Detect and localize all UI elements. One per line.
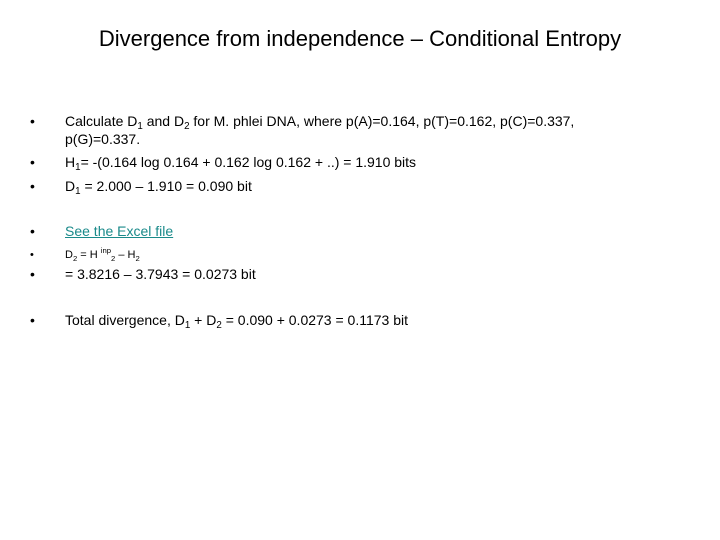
excel-file-link[interactable]: See the Excel file xyxy=(65,223,173,239)
bullet-marker: • xyxy=(30,312,35,328)
bullet-marker: • xyxy=(30,113,35,129)
slide-title: Divergence from independence – Condition… xyxy=(98,26,622,51)
bullet-text: Total divergence, D1 + D2 = 0.090 + 0.02… xyxy=(65,312,409,331)
bullet-text: Calculate D1 and D2 for M. phlei DNA, wh… xyxy=(65,113,575,147)
bullet-marker: • xyxy=(30,266,35,282)
bullet-marker: • xyxy=(30,249,34,261)
bullet-marker: • xyxy=(30,154,35,170)
bullet-text: = 3.8216 – 3.7943 = 0.0273 bit xyxy=(65,266,256,282)
bullet-marker: • xyxy=(30,178,35,194)
bullet-text: H1= -(0.164 log 0.164 + 0.162 log 0.162 … xyxy=(65,154,417,173)
bullet-text: D2 = H inp2 – H2 xyxy=(65,246,140,263)
bullet-text: D1 = 2.000 – 1.910 = 0.090 bit xyxy=(65,178,252,197)
bullet-marker: • xyxy=(30,223,35,239)
